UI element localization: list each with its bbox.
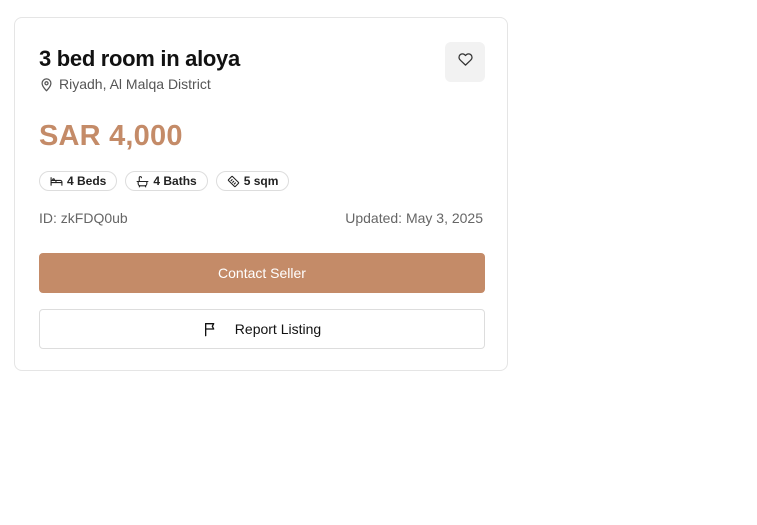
- listing-id: ID: zkFDQ0ub: [39, 210, 128, 226]
- ruler-icon: [227, 175, 240, 188]
- listing-price: SAR 4,000: [39, 120, 183, 152]
- heart-icon: [457, 52, 473, 72]
- beds-label: 4 Beds: [67, 174, 107, 188]
- contact-seller-button[interactable]: Contact Seller: [39, 253, 485, 293]
- bed-icon: [50, 175, 63, 188]
- report-listing-button[interactable]: Report Listing: [39, 309, 485, 349]
- listing-updated-date: Updated: May 3, 2025: [345, 210, 483, 226]
- favorite-button[interactable]: [445, 42, 485, 82]
- flag-icon: [203, 321, 219, 337]
- listing-title: 3 bed room in aloya: [39, 46, 240, 71]
- baths-chip: 4 Baths: [125, 171, 208, 191]
- beds-chip: 4 Beds: [39, 171, 118, 191]
- baths-label: 4 Baths: [153, 174, 197, 188]
- map-pin-icon: [39, 77, 54, 92]
- bath-icon: [136, 175, 149, 188]
- area-chip: 5 sqm: [215, 171, 290, 191]
- report-listing-label: Report Listing: [234, 321, 322, 337]
- listing-location: Riyadh, Al Malqa District: [39, 76, 211, 92]
- location-text: Riyadh, Al Malqa District: [59, 76, 211, 92]
- feature-chips: 4 Beds 4 Baths 5 sqm: [39, 171, 290, 191]
- listing-card: 3 bed room in aloya Riyadh, Al Malqa Dis…: [14, 17, 508, 371]
- area-label: 5 sqm: [243, 174, 279, 188]
